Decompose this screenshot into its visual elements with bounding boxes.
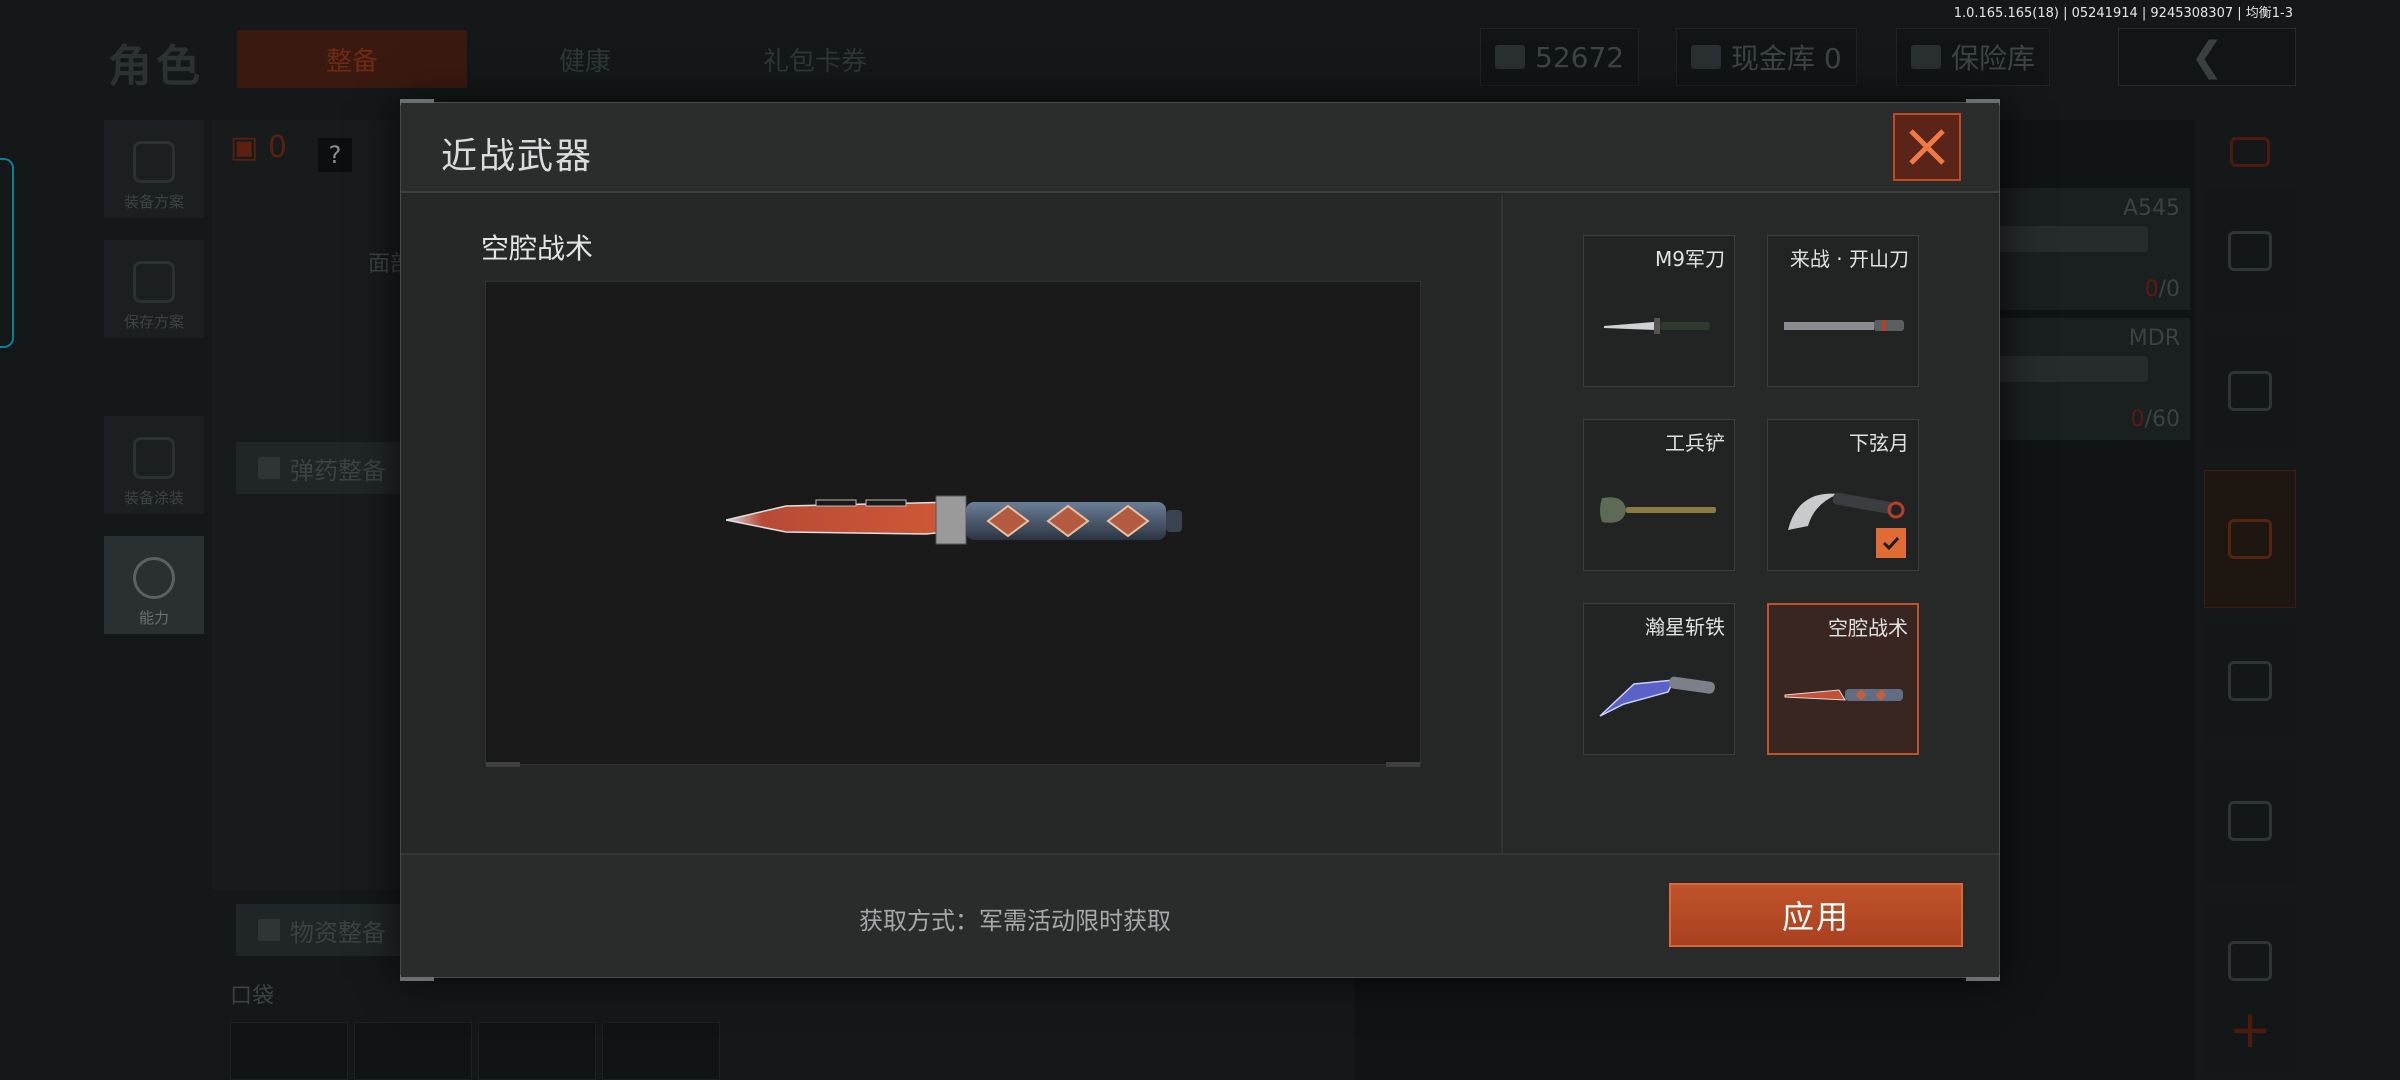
corner-tick: [1386, 762, 1420, 767]
close-x-icon: [1909, 129, 1945, 165]
melee-item-karambit[interactable]: 下弦月: [1767, 419, 1919, 571]
melee-item-m9[interactable]: M9军刀: [1583, 235, 1735, 387]
dialog-header: 近战武器: [401, 103, 1999, 193]
corner-tick: [486, 762, 520, 767]
shovel-icon: [1600, 497, 1716, 523]
melee-item-starblade[interactable]: 瀚星斩铁: [1583, 603, 1735, 755]
melee-weapon-dialog: 近战武器 空腔战术 M9军刀 来战 · 开山刀 工兵铲 下弦月 瀚星斩铁 空腔战…: [400, 99, 2000, 981]
item-label: 瀚星斩铁: [1645, 615, 1725, 639]
weapon-preview: [485, 281, 1421, 767]
item-label: 来战 · 开山刀: [1789, 247, 1909, 271]
item-label: 下弦月: [1849, 431, 1909, 455]
dialog-title: 近战武器: [441, 136, 594, 177]
machete-icon: [1784, 320, 1904, 331]
apply-button[interactable]: 应用: [1669, 883, 1963, 947]
melee-item-machete[interactable]: 来战 · 开山刀: [1767, 235, 1919, 387]
tactical-knife-render-icon: [726, 495, 1182, 545]
equipped-check-icon: [1876, 528, 1906, 558]
acquire-method-text: 获取方式：军需活动限时获取: [859, 907, 1171, 935]
dialog-footer: 获取方式：军需活动限时获取 应用: [401, 853, 1999, 977]
tactical-knife-icon: [1784, 689, 1903, 701]
item-label: M9军刀: [1655, 247, 1725, 271]
item-label: 空腔战术: [1828, 616, 1908, 640]
close-button[interactable]: [1893, 113, 1961, 181]
blue-blade-icon: [1599, 676, 1715, 717]
melee-item-hollow-tactical[interactable]: 空腔战术: [1767, 603, 1919, 755]
melee-weapon-list: [1503, 195, 1999, 855]
preview-weapon-name: 空腔战术: [481, 232, 594, 265]
melee-item-shovel[interactable]: 工兵铲: [1583, 419, 1735, 571]
item-label: 工兵铲: [1665, 431, 1725, 455]
bayonet-knife-icon: [1604, 318, 1710, 334]
